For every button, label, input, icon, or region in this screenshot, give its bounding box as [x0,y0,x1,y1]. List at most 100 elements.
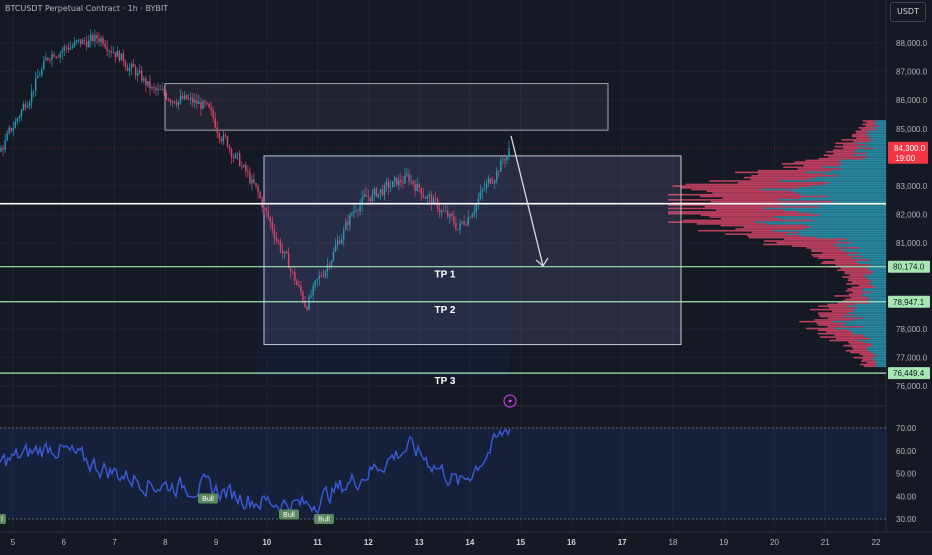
volume-bar-buy [804,171,886,174]
volume-bar-sell [846,283,871,285]
volume-bar-sell [721,217,781,220]
volume-bar-buy [863,274,886,277]
candle-body [406,173,408,176]
candle-body [8,127,10,134]
candle-body [10,127,12,131]
volume-bar-sell [668,193,801,196]
volume-bar-buy [866,152,886,155]
symbol-title[interactable]: BTCUSDT Perpetual Contract · 1h · BYBIT [5,4,168,13]
price-tick-label: 77,000.0 [896,353,928,362]
volume-bar-sell [820,262,860,265]
volume-bar-sell [814,319,854,321]
time-tick-label: 5 [11,538,16,547]
volume-bar-sell [851,286,876,289]
candle-body [493,180,496,184]
candle-body [173,101,176,104]
volume-bar-sell [781,163,843,165]
volume-bar-buy [872,344,886,347]
volume-bar-sell [844,271,874,273]
level-price-label: 78,947.1 [893,298,925,307]
volume-bar-sell [725,233,787,235]
candle-body [26,106,29,108]
candle-body [196,100,198,104]
volume-bar-sell [794,161,840,163]
candle-body [134,66,137,76]
volume-bar-buy [841,168,886,170]
volume-bar-sell [828,156,868,158]
volume-bar-sell [805,159,841,162]
volume-bar-sell [720,224,807,227]
volume-bar-sell [704,205,819,208]
volume-bar-buy [766,223,886,225]
volume-bar-buy [840,159,886,162]
volume-bar-sell [834,295,862,297]
volume-bar-buy [869,135,886,138]
volume-bar-buy [871,284,886,287]
volume-bar-buy [836,245,886,247]
candle-body [255,182,257,187]
candle-body [306,306,308,310]
volume-bar-buy [866,144,886,146]
volume-bar-buy [868,349,886,352]
volume-bar-buy [863,317,886,319]
price-tick-label: 87,000.0 [896,68,928,77]
candle-body [124,61,127,68]
volume-bar-buy [839,161,886,163]
candle-body [159,88,161,90]
volume-bar-buy [784,209,886,211]
candle-body [145,78,147,86]
volume-bar-buy [865,133,886,136]
volume-bar-buy [875,363,886,366]
price-tick-label: 78,000.0 [896,325,928,334]
candle-body [330,260,333,266]
candle-body [12,128,14,131]
trading-chart-stage[interactable]: TP 1 TP 2 TP 3 l Bull Bull Bull 88,000.0 87,00… [0,0,932,550]
candle-body [216,127,218,133]
volume-bar-buy [864,341,886,344]
candle-body [500,160,502,172]
volume-bar-sell [685,183,824,186]
currency-button[interactable]: USDT [890,2,926,22]
candle-body [402,181,404,184]
candle-body [412,180,414,185]
time-tick-label: 9 [214,538,219,547]
trading-chart[interactable]: TP 1TP 2TP 3 lBullBullBull 88,000.087,00… [0,0,932,550]
volume-bar-buy [819,214,886,217]
candle-body [294,272,296,281]
candle-body [442,210,445,212]
volume-bar-buy [797,192,886,194]
volume-bar-sell [861,128,877,131]
volume-bar-buy [863,288,886,290]
level-price-label: 80,174.0 [893,263,925,272]
candle-body [328,264,331,266]
volume-bar-buy [859,262,886,265]
resistance-zone[interactable] [164,83,609,131]
candle-body [275,238,278,241]
candle-body [273,229,276,239]
candle-body [287,253,290,269]
volume-bar-sell [820,336,866,338]
volume-bar-buy [863,157,886,160]
volume-bar-buy [838,175,886,177]
candle-body [371,194,374,202]
volume-bar-sell [833,152,867,155]
candle-body [265,208,267,212]
candle-body [155,87,157,90]
volume-bar-buy [832,200,886,203]
volume-bar-sell [835,142,857,145]
volume-bar-sell [843,144,867,146]
volume-bar-sell [748,236,817,239]
time-tick-label: 15 [516,538,525,547]
candle-body [122,53,125,62]
candle-body [163,89,165,94]
candle-body [47,57,49,60]
candle-body [157,88,159,90]
volume-bar-sell [751,231,799,234]
time-tick-label: 19 [719,538,728,547]
candle-body [177,101,180,106]
volume-bar-buy [876,355,886,357]
volume-bar-sell [750,178,810,181]
time-tick-label: 16 [567,538,576,547]
volume-bar-buy [857,145,886,148]
volume-bar-sell [848,293,863,295]
